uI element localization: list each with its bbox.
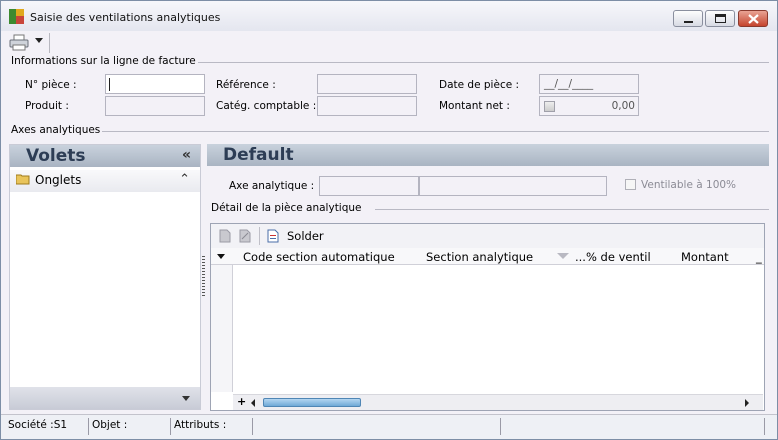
produit-label: Produit : [25, 100, 69, 112]
row-selector-column [211, 265, 233, 392]
volets-panel: Volets « Onglets ⌃ [9, 144, 201, 410]
scroll-left-icon[interactable] [251, 399, 255, 407]
printer-icon[interactable] [9, 34, 29, 51]
column-header[interactable]: _ [756, 250, 762, 264]
toolbar-separator [259, 227, 260, 245]
num-piece-field[interactable] [105, 74, 205, 94]
date-field[interactable]: __/__/____ [539, 74, 639, 94]
horizontal-scrollbar[interactable]: + [233, 394, 763, 410]
produit-field[interactable] [105, 96, 205, 116]
window-title: Saisie des ventilations analytiques [30, 11, 221, 24]
column-header[interactable]: Code section automatique [243, 250, 395, 264]
maximize-button[interactable] [705, 10, 735, 27]
num-piece-label: N° pièce : [25, 79, 77, 91]
minimize-icon [684, 21, 693, 23]
onglets-item[interactable]: Onglets ⌃ [10, 170, 200, 192]
status-objet: Objet : [89, 418, 171, 435]
filter-icon[interactable] [557, 253, 569, 259]
group-divider [375, 209, 769, 210]
volets-header: Volets « [10, 145, 200, 167]
scroll-right-icon[interactable] [745, 399, 749, 407]
column-header[interactable]: Section analytique [426, 250, 533, 264]
app-window: Saisie des ventilations analytiques Info… [0, 0, 778, 440]
scrollbar-thumb[interactable] [263, 398, 361, 407]
ventilable-checkbox[interactable] [625, 179, 636, 190]
collapse-left-icon[interactable]: « [182, 147, 191, 163]
reference-field[interactable] [317, 74, 417, 94]
reference-label: Référence : [216, 79, 276, 91]
minimize-button[interactable] [673, 10, 703, 27]
column-header[interactable]: ...% de ventil [575, 250, 651, 264]
date-label: Date de pièce : [439, 79, 520, 91]
group-divider [93, 131, 769, 132]
status-attributs: Attributs : [171, 418, 253, 435]
axe-code-field[interactable] [319, 176, 419, 196]
detail-grid: Solder Code section automatique Section … [210, 223, 765, 411]
close-button[interactable] [738, 10, 768, 27]
axe-name-field[interactable] [419, 176, 607, 196]
add-icon[interactable]: + [237, 395, 246, 408]
grid-header: Code section automatique Section analyti… [211, 248, 764, 265]
panel-splitter[interactable] [202, 256, 205, 296]
group-divider [173, 62, 769, 63]
grid-toolbar: Solder [211, 224, 764, 248]
maximize-icon [715, 14, 726, 23]
axes-group-title: Axes analytiques [11, 124, 103, 136]
status-bar: Société :S1 Objet : Attributs : [1, 414, 777, 439]
app-icon [9, 9, 24, 24]
montant-field[interactable]: 0,00 [539, 96, 639, 116]
print-dropdown-arrow[interactable] [35, 38, 43, 43]
title-bar: Saisie des ventilations analytiques [1, 1, 777, 31]
default-title: Default [223, 145, 294, 165]
calculator-icon[interactable] [544, 101, 555, 112]
folder-icon [16, 174, 30, 185]
toolbar [1, 31, 777, 55]
detail-title: Détail de la pièce analytique [211, 202, 364, 214]
categ-field[interactable] [317, 96, 417, 116]
volets-footer [10, 387, 200, 409]
chevron-down-icon[interactable] [182, 396, 190, 401]
montant-label: Montant net : [439, 100, 510, 112]
categ-label: Catég. comptable : [216, 100, 317, 112]
volets-title: Volets [26, 146, 86, 166]
add-row-icon[interactable] [219, 229, 231, 243]
collapse-up-icon[interactable]: ⌃ [179, 172, 190, 187]
row-selector-arrow-icon[interactable] [217, 254, 225, 259]
column-header[interactable]: Montant [681, 250, 729, 264]
default-header: Default [207, 144, 769, 166]
onglets-label: Onglets [35, 173, 82, 187]
default-panel: Default Axe analytique : Ventilable à 10… [207, 144, 769, 411]
text-caret [109, 78, 110, 91]
status-cell [253, 418, 501, 435]
axe-analytique-label: Axe analytique : [229, 180, 315, 192]
ventilable-label: Ventilable à 100% [641, 179, 737, 191]
close-icon [748, 14, 759, 24]
edit-row-icon[interactable] [239, 229, 251, 243]
document-icon[interactable] [267, 229, 279, 243]
status-societe: Société :S1 [5, 418, 89, 435]
status-cell [501, 418, 765, 435]
toolbar-separator [49, 33, 50, 53]
invoice-group-title: Informations sur la ligne de facture [11, 55, 198, 67]
solder-button[interactable]: Solder [287, 229, 324, 243]
